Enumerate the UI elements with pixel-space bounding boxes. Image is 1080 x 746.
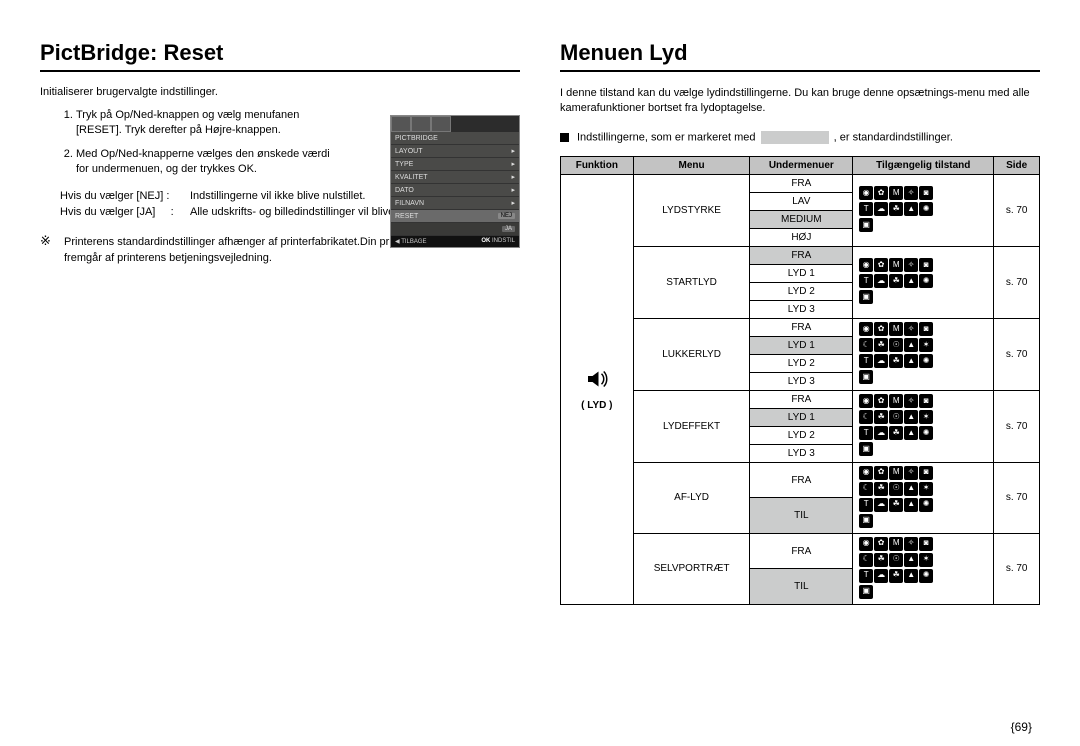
right-divider (560, 70, 1040, 72)
step-2: Med Op/Ned-knapperne vælges den ønskede … (76, 147, 336, 178)
sub-lydstyrke-3: HØJ (750, 228, 853, 246)
sub-startlyd-0: FRA (750, 246, 853, 264)
menu-selvportraet: SELVPORTRÆT (633, 533, 750, 604)
modes-lukkerlyd: ◉✿M✧◙ ☾☘☉▲✶ T☁☘▲✺ ▣ (853, 318, 994, 390)
right-title: Menuen Lyd (560, 40, 1040, 66)
modes-selvportraet: ◉✿M✧◙ ☾☘☉▲✶ T☁☘▲✺ ▣ (853, 533, 994, 604)
sound-icon (585, 367, 609, 394)
th-undermenuer: Undermenuer (750, 156, 853, 174)
sub-lukkerlyd-3: LYD 3 (750, 372, 853, 390)
sub-lydstyrke-1: LAV (750, 192, 853, 210)
modes-startlyd: ◉✿M✧◙ T☁☘▲✺ ▣ (853, 246, 994, 318)
bullet-square-icon (560, 133, 569, 142)
bullet-row: Indstillingerne, som er markeret med , e… (560, 131, 1040, 144)
sub-lydeffekt-2: LYD 2 (750, 426, 853, 444)
ja-label: Hvis du vælger [JA] : (60, 206, 190, 218)
page-lydstyrke: s. 70 (994, 174, 1040, 246)
sub-startlyd-3: LYD 3 (750, 300, 853, 318)
nej-label: Hvis du vælger [NEJ] : (60, 190, 190, 202)
sub-lydeffekt-1: LYD 1 (750, 408, 853, 426)
left-intro: Initialiserer brugervalgte indstillinger… (40, 86, 520, 98)
page-lukkerlyd: s. 70 (994, 318, 1040, 390)
pictbridge-screenshot: PICTBRIDGE LAYOUT▸ TYPE▸ KVALITET▸ DATO▸… (390, 115, 520, 248)
sub-lydstyrke-2: MEDIUM (750, 210, 853, 228)
funktion-label: ( LYD ) (581, 400, 612, 411)
page-number: {69} (1011, 720, 1032, 734)
left-column: PictBridge: Reset Initialiserer brugerva… (40, 40, 520, 726)
sound-settings-table: Funktion Menu Undermenuer Tilgængelig ti… (560, 156, 1040, 605)
menu-lydeffekt: LYDEFFEKT (633, 390, 750, 462)
th-side: Side (994, 156, 1040, 174)
bullet-text: Indstillingerne, som er markeret med , e… (577, 131, 953, 144)
sub-startlyd-2: LYD 2 (750, 282, 853, 300)
th-menu: Menu (633, 156, 750, 174)
menu-lukkerlyd: LUKKERLYD (633, 318, 750, 390)
sub-selvportraet-1: TIL (750, 569, 853, 605)
sub-lukkerlyd-0: FRA (750, 318, 853, 336)
page-selvportraet: s. 70 (994, 533, 1040, 604)
page-lydeffekt: s. 70 (994, 390, 1040, 462)
menu-lydstyrke: LYDSTYRKE (633, 174, 750, 246)
cell-funktion: ( LYD ) (561, 174, 634, 604)
default-highlight-sample (761, 131, 829, 144)
right-column: Menuen Lyd I denne tilstand kan du vælge… (560, 40, 1040, 726)
sub-lydstyrke-0: FRA (750, 174, 853, 192)
menu-aflyd: AF-LYD (633, 462, 750, 533)
left-divider (40, 70, 520, 72)
page-startlyd: s. 70 (994, 246, 1040, 318)
sub-startlyd-1: LYD 1 (750, 264, 853, 282)
th-tilstand: Tilgængelig tilstand (853, 156, 994, 174)
modes-aflyd: ◉✿M✧◙ ☾☘☉▲✶ T☁☘▲✺ ▣ (853, 462, 994, 533)
sub-lukkerlyd-1: LYD 1 (750, 336, 853, 354)
modes-lydeffekt: ◉✿M✧◙ ☾☘☉▲✶ T☁☘▲✺ ▣ (853, 390, 994, 462)
sub-aflyd-0: FRA (750, 462, 853, 498)
sub-aflyd-1: TIL (750, 498, 853, 534)
left-title: PictBridge: Reset (40, 40, 520, 66)
sub-lydeffekt-3: LYD 3 (750, 444, 853, 462)
modes-lydstyrke: ◉✿M✧◙ T☁☘▲✺ ▣ (853, 174, 994, 246)
right-intro: I denne tilstand kan du vælge lydindstil… (560, 86, 1040, 117)
note-glyph: ※ (40, 234, 64, 267)
page-aflyd: s. 70 (994, 462, 1040, 533)
sub-selvportraet-0: FRA (750, 533, 853, 569)
th-funktion: Funktion (561, 156, 634, 174)
step-1: Tryk på Op/Ned-knappen og vælg menufanen… (76, 108, 336, 139)
sub-lydeffekt-0: FRA (750, 390, 853, 408)
sub-lukkerlyd-2: LYD 2 (750, 354, 853, 372)
menu-startlyd: STARTLYD (633, 246, 750, 318)
